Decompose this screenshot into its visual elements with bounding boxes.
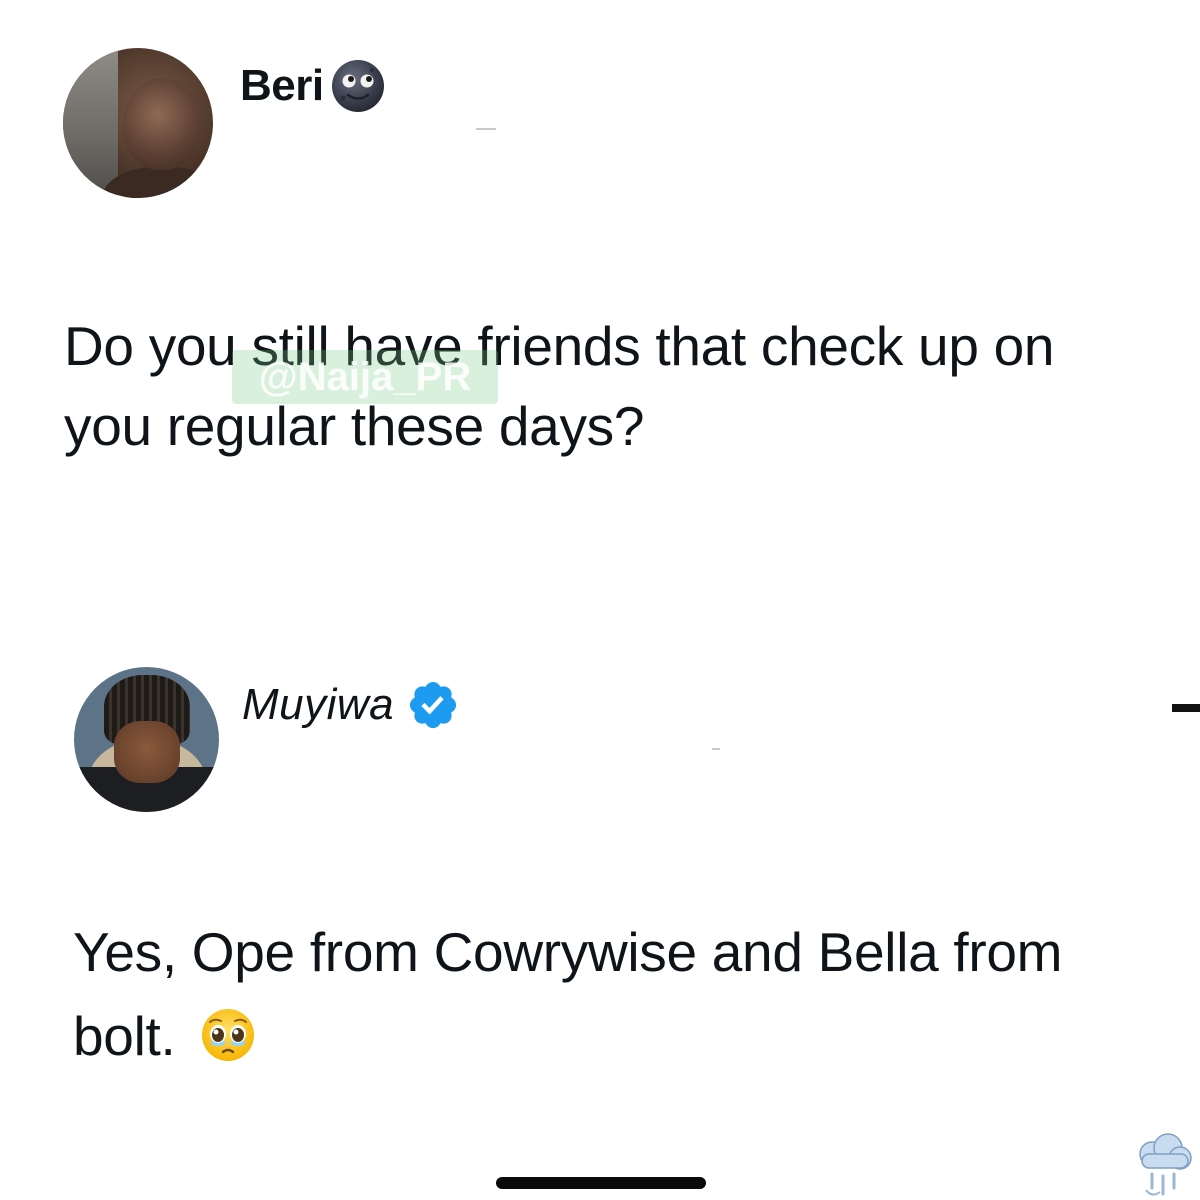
avatar-hands (114, 721, 180, 783)
verified-badge-icon (410, 681, 457, 729)
home-indicator[interactable] (496, 1177, 706, 1189)
tweet-text: Yes, Ope from Cowrywise and Bella from b… (73, 910, 1153, 1078)
pleading-face-icon (202, 1009, 255, 1061)
author-name-row: Beri (240, 58, 386, 114)
avatar-muyiwa[interactable] (74, 667, 219, 812)
watermark: @Naija_PR (232, 350, 498, 404)
author-name-row: Muyiwa (242, 677, 460, 733)
handle-placeholder (712, 748, 720, 750)
cloud-logo-icon (1139, 1133, 1192, 1196)
author-name[interactable]: Muyiwa (242, 677, 394, 733)
handle-placeholder (476, 128, 496, 130)
edge-mark (1172, 704, 1200, 712)
avatar-beri[interactable] (63, 48, 213, 198)
moon-face-icon (331, 60, 384, 112)
tweet-text: Do you still have friends that check up … (64, 315, 1055, 457)
avatar-face (123, 78, 201, 170)
avatar-background (63, 48, 118, 198)
avatar-shoulder (103, 166, 213, 198)
author-name[interactable]: Beri (240, 60, 324, 112)
